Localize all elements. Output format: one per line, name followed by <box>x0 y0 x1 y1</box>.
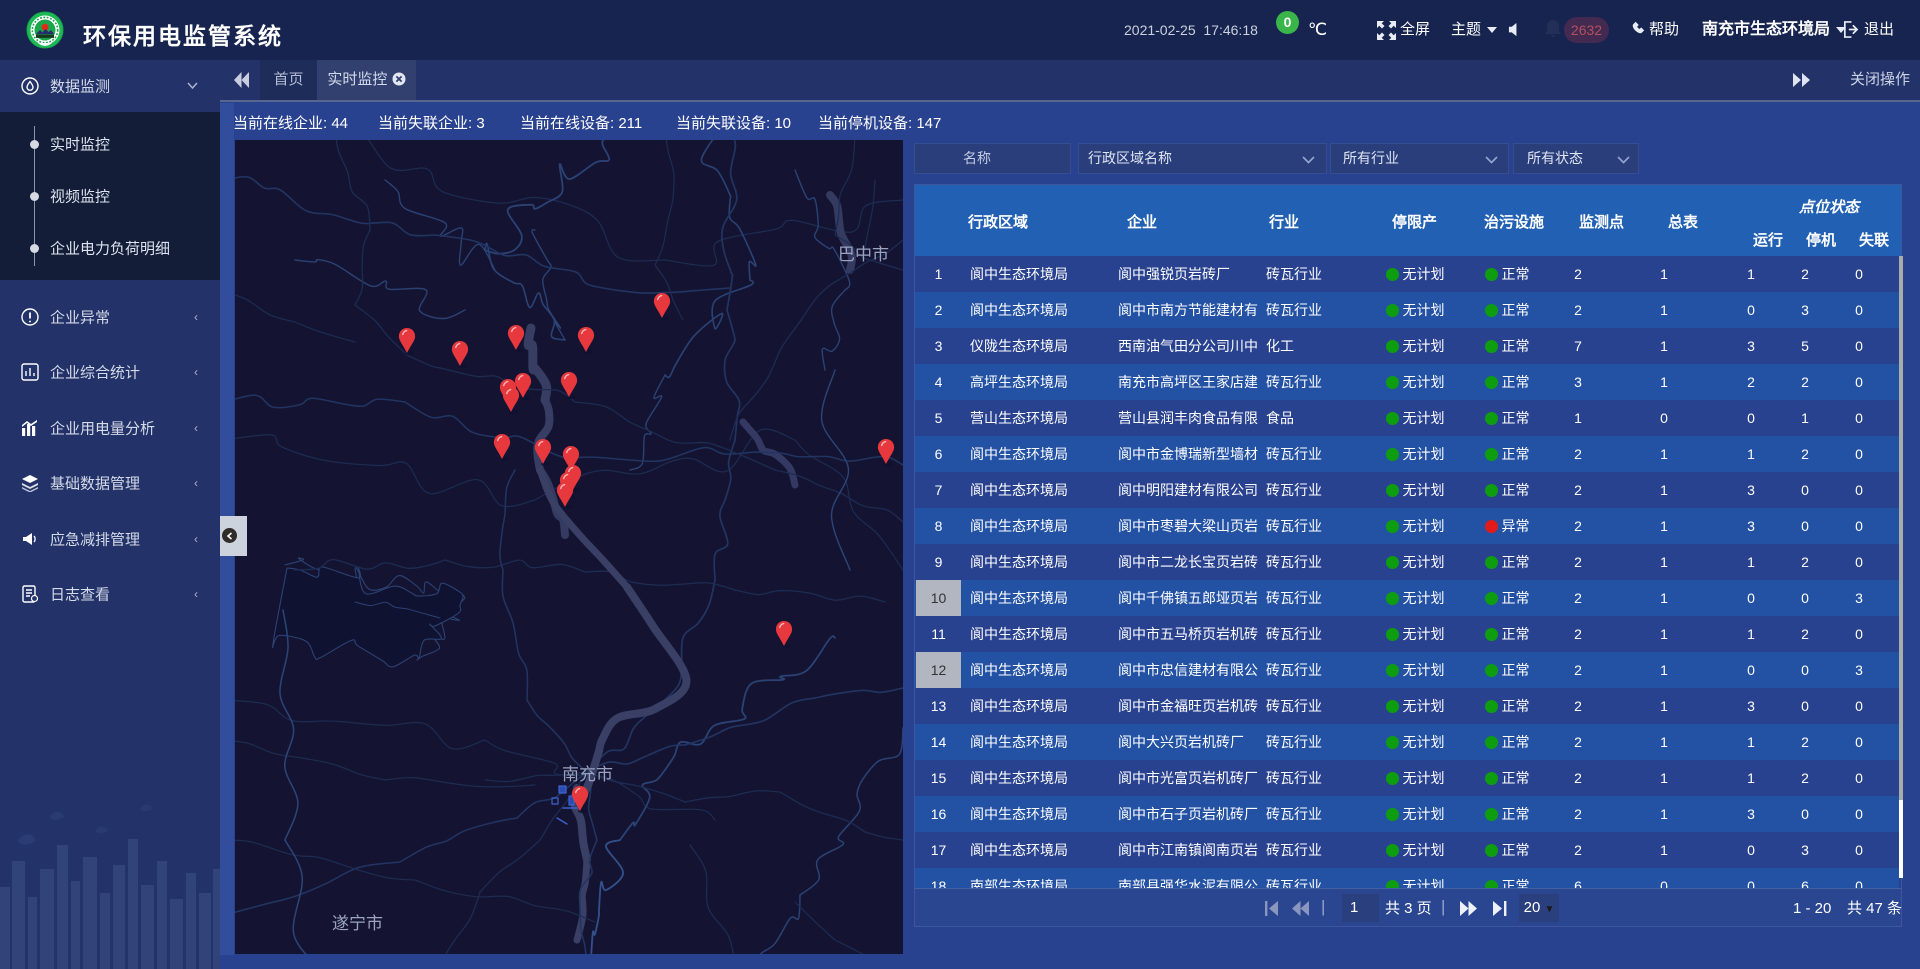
svg-text:南充市: 南充市 <box>562 765 613 784</box>
svg-text:巴中市: 巴中市 <box>838 245 889 264</box>
svg-text:遂宁市: 遂宁市 <box>332 914 383 933</box>
